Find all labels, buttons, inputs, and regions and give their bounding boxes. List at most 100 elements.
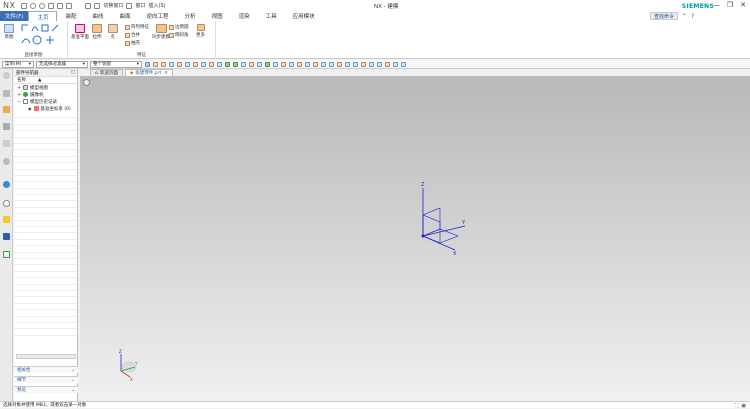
hole-button[interactable]: 孔: [108, 24, 118, 40]
snap-icon[interactable]: [281, 61, 286, 67]
snap-icon[interactable]: [289, 61, 294, 67]
restore-button[interactable]: ❐: [727, 1, 733, 9]
help-icon[interactable]: ?: [691, 13, 694, 20]
snap-icon[interactable]: [313, 61, 318, 67]
expand-icon[interactable]: +: [17, 92, 21, 98]
visibility-icon[interactable]: ◉: [28, 106, 32, 111]
tab-welcome-page[interactable]: ⌂ 欢迎页面: [90, 69, 123, 76]
switch-window-button[interactable]: 切换窗口: [103, 2, 123, 9]
snap-icon[interactable]: [233, 61, 238, 67]
shell-button[interactable]: 抽壳: [125, 40, 140, 46]
snap-icon[interactable]: [401, 61, 406, 67]
clock-icon[interactable]: [3, 200, 10, 207]
snap-icon[interactable]: [241, 61, 246, 67]
tab-surface[interactable]: 曲面: [112, 11, 139, 21]
selection-tool-icon[interactable]: [145, 61, 150, 67]
save-icon[interactable]: [21, 2, 28, 9]
graphics-window[interactable]: Z Y X Z Y X: [80, 77, 750, 401]
touch-icon[interactable]: [85, 2, 92, 9]
tab-application[interactable]: 应用模块: [285, 11, 323, 21]
window-icon[interactable]: [126, 2, 133, 9]
unite-button[interactable]: 合并: [125, 32, 140, 38]
more-button[interactable]: 更多: [196, 24, 205, 38]
switch-window-icon[interactable]: [94, 2, 101, 9]
history-icon[interactable]: [3, 140, 10, 147]
tab-curve[interactable]: 曲线: [85, 11, 112, 21]
redo-icon[interactable]: [39, 2, 46, 9]
maximize-icon[interactable]: ▢: [71, 70, 75, 75]
snap-icon[interactable]: [153, 61, 158, 67]
viewport-side-icon[interactable]: [83, 79, 90, 86]
kinematics-icon[interactable]: [3, 233, 10, 240]
snap-icon[interactable]: [385, 61, 390, 67]
window-button[interactable]: 窗口: [135, 2, 145, 9]
snap-icon[interactable]: [225, 61, 230, 67]
pattern-feature-button[interactable]: 阵列特征: [125, 24, 149, 30]
paste-icon[interactable]: [57, 2, 64, 9]
snap-icon[interactable]: [185, 61, 190, 67]
command-search[interactable]: 查找命令: [650, 12, 678, 20]
snap-icon[interactable]: [273, 61, 278, 67]
ribbon-minimize-icon[interactable]: ⌃: [682, 13, 687, 20]
snap-icon[interactable]: [161, 61, 166, 67]
undo-icon[interactable]: [30, 2, 37, 9]
snap-icon[interactable]: [321, 61, 326, 67]
repeat-icon[interactable]: [66, 2, 73, 9]
tab-render[interactable]: 渲染: [231, 11, 258, 21]
snap-icon[interactable]: [369, 61, 374, 67]
snap-icon[interactable]: [353, 61, 358, 67]
snap-icon[interactable]: [265, 61, 270, 67]
tab-assembly[interactable]: 装配: [57, 11, 84, 21]
reuse-library-icon[interactable]: [3, 123, 10, 130]
datum-plane-button[interactable]: 基准平面: [71, 24, 89, 40]
close-button[interactable]: ✕: [740, 1, 746, 9]
settings-icon[interactable]: [3, 72, 10, 79]
tree-item-cameras[interactable]: + 摄像机: [14, 91, 77, 98]
extrude-button[interactable]: 拉伸: [92, 24, 102, 40]
sync-modeling-button[interactable]: 同步建模: [152, 24, 170, 40]
chamfer-button[interactable]: 倒斜角: [169, 32, 189, 38]
panel-preview[interactable]: 预览 ⌄: [14, 386, 78, 393]
insert-menu[interactable]: 插入(S): [149, 2, 166, 9]
collapse-icon[interactable]: −: [17, 99, 21, 105]
tree-item-model-views[interactable]: + 模型视图: [14, 84, 77, 91]
roles-icon[interactable]: [3, 216, 10, 223]
snap-icon[interactable]: [257, 61, 262, 67]
tab-analysis[interactable]: 分析: [177, 11, 204, 21]
snap-icon[interactable]: [393, 61, 398, 67]
tree-item-datum-csys[interactable]: ◉ 基准坐标系 (0): [14, 105, 77, 112]
snap-icon[interactable]: [249, 61, 254, 67]
snap-icon[interactable]: [361, 61, 366, 67]
snap-icon[interactable]: [217, 61, 222, 67]
snap-icon[interactable]: [329, 61, 334, 67]
expand-icon[interactable]: +: [17, 85, 21, 91]
tab-home[interactable]: 主页: [28, 11, 58, 21]
menu-button[interactable]: 菜单(M) ▾: [2, 60, 34, 68]
snap-icon[interactable]: [169, 61, 174, 67]
type-filter-select[interactable]: 无选择过滤器 ▾: [36, 60, 88, 68]
snap-icon[interactable]: [177, 61, 182, 67]
tab-tools[interactable]: 工具: [258, 11, 285, 21]
tab-active-part[interactable]: ◆ 拟建零件.prt ✕: [124, 69, 174, 76]
sketch-button[interactable]: 草图: [4, 24, 14, 40]
navigator-column-header[interactable]: 名称 ▲: [14, 77, 77, 84]
snap-icon[interactable]: [201, 61, 206, 67]
panel-details[interactable]: 细节 ⌄: [14, 376, 78, 383]
tab-file[interactable]: 文件(F): [0, 11, 29, 21]
scope-select[interactable]: 整个装配 ▾: [90, 60, 142, 68]
tab-view[interactable]: 视图: [204, 11, 231, 21]
globe-icon[interactable]: [3, 181, 10, 188]
sketch-curve-icons[interactable]: [20, 23, 62, 47]
copy-icon[interactable]: [48, 2, 55, 9]
assembly-navigator-icon[interactable]: [3, 90, 10, 97]
tab-reverse-engineering[interactable]: 逆向工程: [139, 11, 177, 21]
web-browser-icon[interactable]: [3, 158, 10, 165]
snap-icon[interactable]: [193, 61, 198, 67]
snap-icon[interactable]: [209, 61, 214, 67]
panel-dependencies[interactable]: 相关性 ⌄: [14, 366, 78, 373]
snap-icon[interactable]: [297, 61, 302, 67]
part-navigator-icon[interactable]: [3, 106, 10, 113]
datum-csys[interactable]: Z Y X: [421, 182, 466, 257]
close-icon[interactable]: ✕: [164, 71, 168, 76]
system-scenes-icon[interactable]: [3, 251, 10, 258]
